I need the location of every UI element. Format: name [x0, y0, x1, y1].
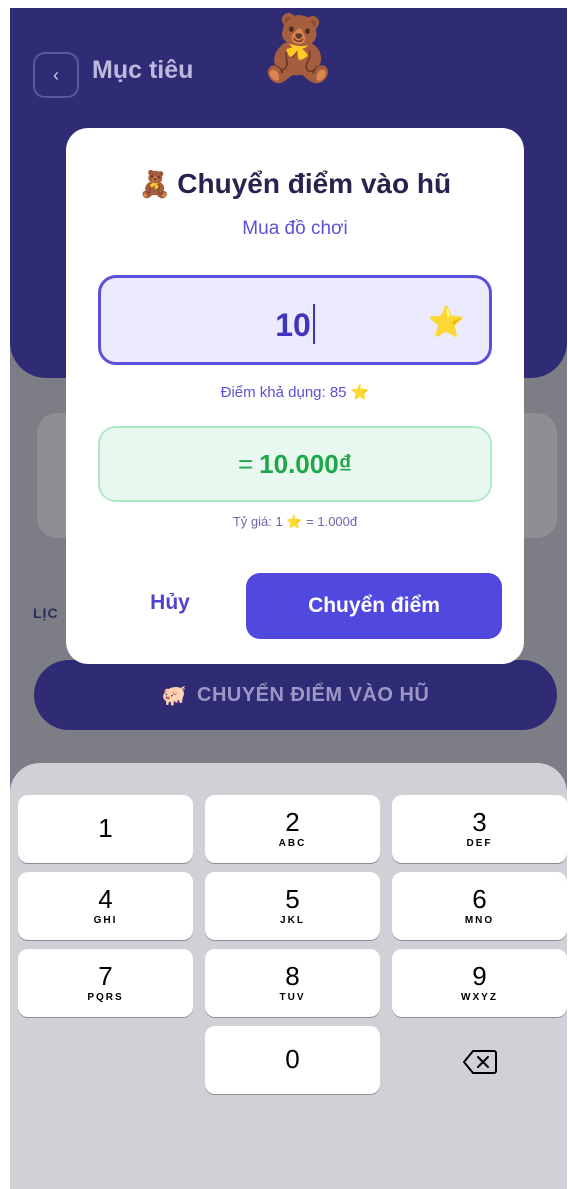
key-digit: 9 — [472, 961, 487, 991]
amount-text: 10 — [275, 307, 311, 343]
key-digit: 3 — [472, 807, 487, 837]
key-5[interactable]: 5 JKL — [205, 872, 380, 940]
star-icon: ⭐ — [427, 306, 465, 339]
teddy-bear-icon: 🧸 — [258, 12, 338, 84]
key-letters: ABC — [278, 838, 307, 849]
dialog-subtitle: Mua đồ chơi — [242, 218, 348, 239]
transfer-points-dialog: 🧸 Chuyển điểm vào hũ Mua đồ chơi 10 ⭐ Điể… — [66, 128, 524, 664]
key-9[interactable]: 9 WXYZ — [392, 949, 567, 1017]
key-digit: 8 — [285, 961, 300, 991]
screen: ‹ Mục tiêu 🧸 LỊC 🐖 CHUYỂN ĐIỂM VÀO HŨ 🧸 C… — [10, 8, 567, 1189]
rate-prefix: Tỷ giá: 1 — [232, 514, 283, 529]
key-2[interactable]: 2 ABC — [205, 795, 380, 863]
delete-key[interactable] — [392, 1028, 567, 1096]
back-button[interactable]: ‹ — [33, 52, 79, 98]
text-caret — [312, 304, 315, 344]
transfer-points-cta-button[interactable]: 🐖 CHUYỂN ĐIỂM VÀO HŨ — [34, 660, 557, 730]
history-heading: LỊC — [33, 605, 59, 621]
conversion-value: 10.000₫ — [259, 448, 353, 479]
exchange-rate: Tỷ giá: 1 ⭐ = 1.000đ — [66, 514, 524, 530]
key-digit: 4 — [98, 884, 113, 914]
key-digit: 1 — [98, 813, 113, 843]
dialog-title-text: Chuyển điểm vào hũ — [177, 168, 452, 199]
backspace-icon — [462, 1050, 497, 1074]
available-points-text: Điểm khả dụng: 85 — [220, 384, 347, 401]
rate-suffix: = 1.000đ — [306, 514, 358, 529]
numeric-keypad: 1 2 ABC 3 DEF 4 GHI 5 JKL 6 MNO 7 PQRS 8… — [10, 763, 567, 1189]
key-0[interactable]: 0 — [205, 1026, 380, 1094]
points-amount-input[interactable]: 10 ⭐ — [98, 275, 492, 365]
cta-label: CHUYỂN ĐIỂM VÀO HŨ — [197, 683, 430, 706]
key-letters: GHI — [93, 915, 118, 926]
key-letters: JKL — [280, 915, 305, 926]
conversion-equals: = — [237, 448, 254, 479]
key-6[interactable]: 6 MNO — [392, 872, 567, 940]
key-3[interactable]: 3 DEF — [392, 795, 567, 863]
key-digit: 0 — [285, 1044, 300, 1074]
key-1[interactable]: 1 — [18, 795, 193, 863]
conversion-result: = 10.000₫ — [98, 426, 492, 502]
key-digit: 2 — [285, 807, 300, 837]
key-letters: PQRS — [87, 992, 124, 1003]
confirm-transfer-button[interactable]: Chuyển điểm — [246, 573, 502, 639]
star-icon: ⭐ — [350, 384, 370, 401]
dialog-title: 🧸 Chuyển điểm vào hũ — [66, 168, 524, 200]
key-4[interactable]: 4 GHI — [18, 872, 193, 940]
key-digit: 6 — [472, 884, 487, 914]
key-letters: MNO — [464, 915, 495, 926]
cancel-button[interactable]: Hủy — [118, 573, 222, 633]
chevron-left-icon: ‹ — [53, 64, 59, 85]
key-letters: WXYZ — [461, 992, 498, 1003]
key-letters: TUV — [279, 992, 306, 1003]
piggy-bank-icon: 🐖 — [161, 684, 188, 707]
page-title: Mục tiêu — [92, 56, 194, 84]
key-digit: 7 — [98, 961, 113, 991]
available-points: Điểm khả dụng: 85 ⭐ — [66, 383, 524, 401]
key-7[interactable]: 7 PQRS — [18, 949, 193, 1017]
key-letters: DEF — [466, 838, 493, 849]
teddy-bear-icon: 🧸 — [138, 169, 172, 199]
star-icon: ⭐ — [286, 514, 303, 529]
key-digit: 5 — [285, 884, 300, 914]
key-8[interactable]: 8 TUV — [205, 949, 380, 1017]
